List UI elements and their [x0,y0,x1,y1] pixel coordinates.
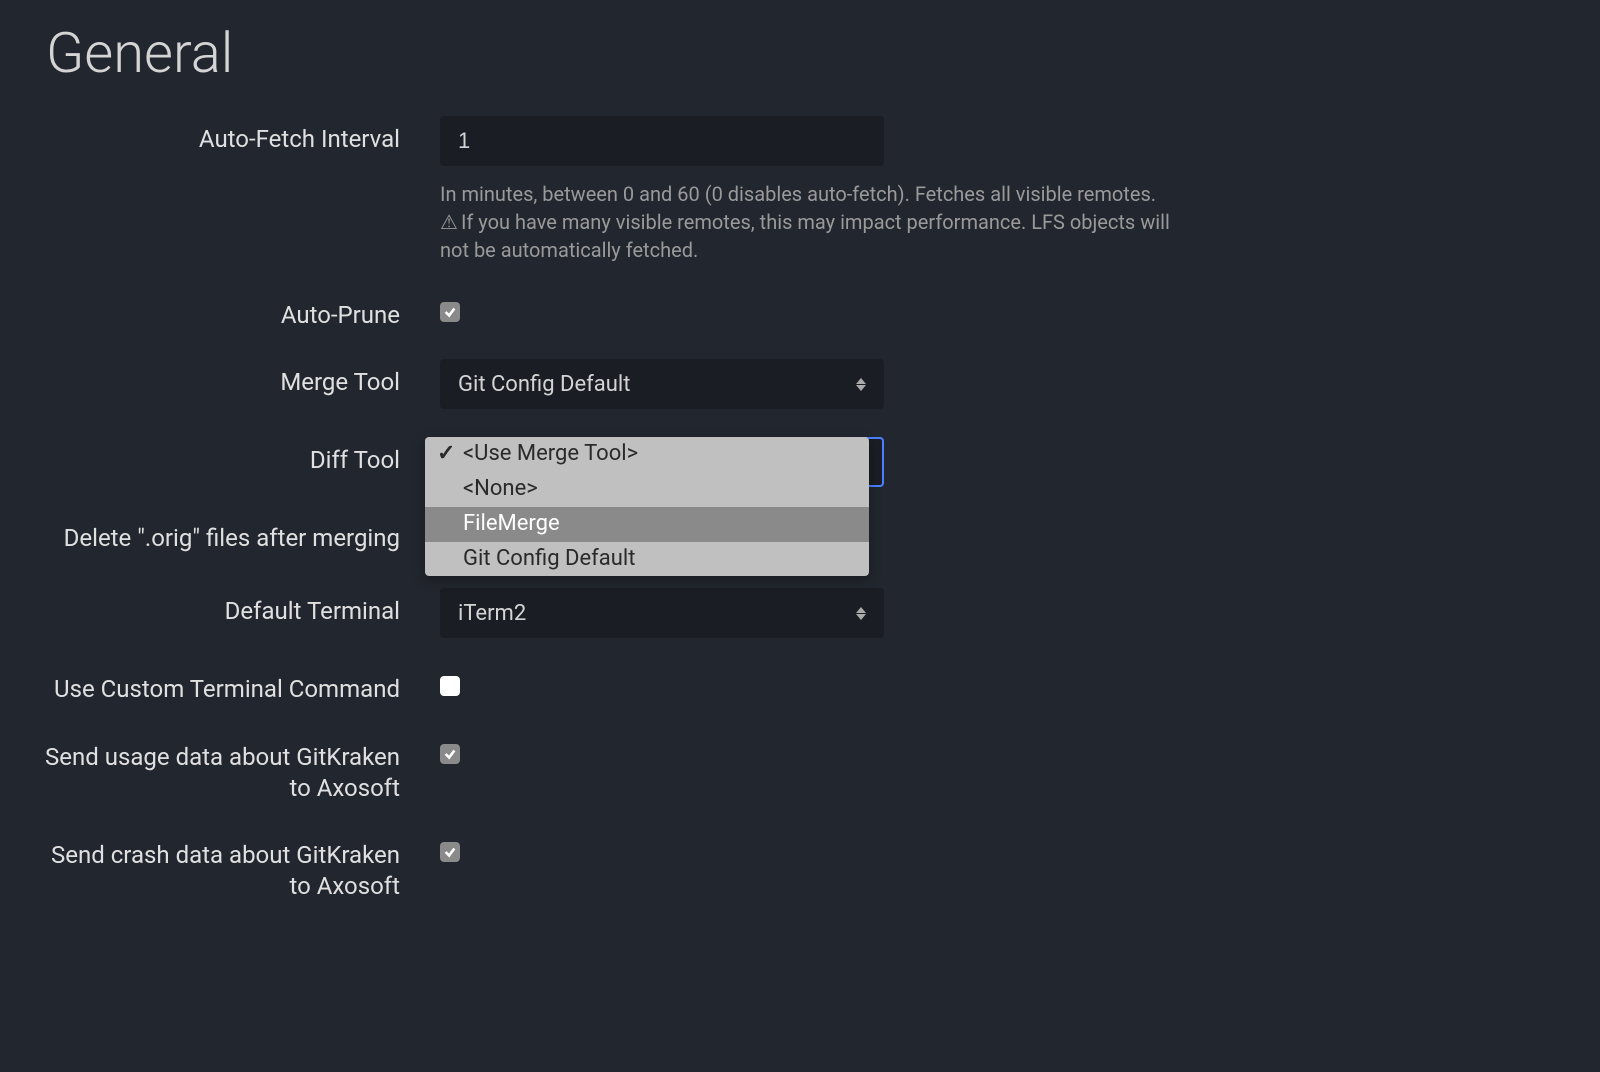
custom-terminal-row: Use Custom Terminal Command [40,666,1560,705]
usage-data-checkbox[interactable] [440,744,460,764]
merge-tool-select[interactable]: Git Config Default [440,359,884,409]
select-arrows-icon [856,378,866,391]
custom-terminal-label: Use Custom Terminal Command [40,666,400,705]
warning-icon: ⚠ [440,208,458,236]
merge-tool-row: Merge Tool Git Config Default [40,359,1560,409]
auto-fetch-row: Auto-Fetch Interval In minutes, between … [40,116,1560,264]
usage-data-row: Send usage data about GitKraken to Axoso… [40,734,1560,804]
crash-data-label: Send crash data about GitKraken to Axoso… [40,832,400,902]
select-arrows-icon [856,607,866,620]
merge-tool-label: Merge Tool [40,359,400,398]
auto-fetch-help-line2: If you have many visible remotes, this m… [440,210,1170,262]
auto-fetch-label: Auto-Fetch Interval [40,116,400,155]
auto-prune-label: Auto-Prune [40,292,400,331]
default-terminal-label: Default Terminal [40,588,400,627]
auto-fetch-help: In minutes, between 0 and 60 (0 disables… [440,180,1180,264]
default-terminal-row: Default Terminal iTerm2 [40,588,1560,638]
diff-tool-label: Diff Tool [40,437,400,476]
default-terminal-value: iTerm2 [458,601,526,626]
merge-tool-value: Git Config Default [458,372,630,397]
diff-tool-option-filemerge[interactable]: FileMerge [425,507,869,542]
settings-form: Auto-Fetch Interval In minutes, between … [40,116,1560,902]
default-terminal-select[interactable]: iTerm2 [440,588,884,638]
diff-tool-dropdown: <Use Merge Tool> <None> FileMerge Git Co… [425,437,869,576]
auto-fetch-help-line1: In minutes, between 0 and 60 (0 disables… [440,182,1156,206]
usage-data-label: Send usage data about GitKraken to Axoso… [40,734,400,804]
crash-data-row: Send crash data about GitKraken to Axoso… [40,832,1560,902]
auto-prune-checkbox[interactable] [440,302,460,322]
diff-tool-option-use-merge-tool[interactable]: <Use Merge Tool> [425,437,869,472]
auto-prune-row: Auto-Prune [40,292,1560,331]
custom-terminal-checkbox[interactable] [440,676,460,696]
delete-orig-label: Delete ".orig" files after merging [40,515,400,554]
crash-data-checkbox[interactable] [440,842,460,862]
auto-fetch-input[interactable] [440,116,884,166]
diff-tool-option-git-config-default[interactable]: Git Config Default [425,542,869,577]
diff-tool-option-none[interactable]: <None> [425,472,869,507]
page-title: General [46,20,1560,86]
diff-tool-row: Diff Tool <Use Merge Tool> <None> FileMe… [40,437,1560,487]
